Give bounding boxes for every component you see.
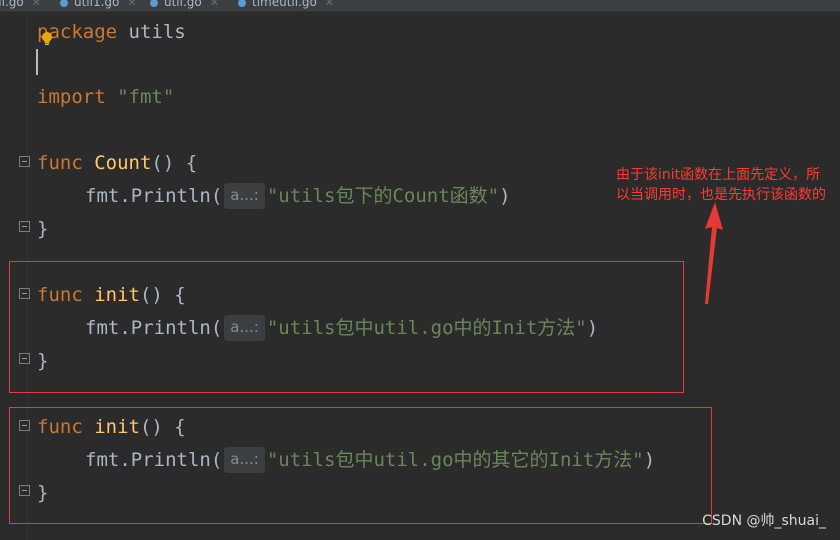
go-file-icon bbox=[150, 0, 158, 7]
tab-bar: util.go ✕ util1.go ✕ util.go ✕ timeutil.go ✕ bbox=[0, 0, 840, 12]
tab-timeutil-go[interactable]: timeutil.go ✕ bbox=[238, 0, 334, 11]
code-line-close-count: } bbox=[37, 215, 48, 243]
tab-util1-go[interactable]: util1.go ✕ bbox=[60, 0, 137, 11]
arrow-icon bbox=[705, 202, 723, 304]
go-file-icon bbox=[238, 0, 246, 7]
close-icon[interactable]: ✕ bbox=[325, 0, 334, 9]
annotation-text: 由于该init函数在上面先定义，所以当调用时，也是先执行该函数的 bbox=[616, 167, 826, 203]
code-line-import: import "fmt" bbox=[37, 83, 174, 111]
tab-label: util.go bbox=[0, 0, 24, 9]
keyword: func bbox=[37, 152, 83, 174]
tab-label: util1.go bbox=[74, 0, 120, 9]
parameter-hint: a...: bbox=[224, 183, 265, 209]
println-call: fmt.Println( bbox=[85, 185, 223, 207]
fold-icon[interactable] bbox=[19, 221, 30, 232]
tab-label: util.go bbox=[164, 0, 202, 9]
tab-label: timeutil.go bbox=[252, 0, 317, 9]
watermark: CSDN @帅_shuai_ bbox=[702, 513, 826, 529]
lightbulb-icon[interactable] bbox=[40, 31, 54, 47]
close-paren: ) bbox=[499, 185, 511, 207]
tab-util-go-1[interactable]: util.go ✕ bbox=[0, 0, 41, 11]
code-line-package: package utils bbox=[37, 18, 186, 46]
tab-util-go-active[interactable]: util.go ✕ bbox=[150, 0, 219, 11]
close-icon[interactable]: ✕ bbox=[210, 0, 219, 9]
highlight-box-init-1 bbox=[9, 261, 684, 393]
text-cursor bbox=[36, 49, 38, 75]
parens: () { bbox=[151, 152, 198, 174]
go-file-icon bbox=[60, 0, 68, 7]
close-icon[interactable]: ✕ bbox=[127, 0, 136, 9]
function-name: Count bbox=[94, 152, 152, 174]
close-brace: } bbox=[37, 218, 49, 240]
package-name: utils bbox=[128, 21, 186, 43]
fold-icon[interactable] bbox=[19, 156, 30, 167]
keyword: import bbox=[37, 86, 106, 108]
close-icon[interactable]: ✕ bbox=[32, 0, 41, 9]
import-path: "fmt" bbox=[117, 86, 175, 108]
highlight-box-init-2 bbox=[9, 407, 712, 524]
code-line-println-count: fmt.Println(a...: "utils包下的Count函数") bbox=[85, 182, 511, 210]
code-line-func-count: func Count() { bbox=[37, 149, 197, 177]
string-literal: "utils包下的Count函数" bbox=[266, 185, 500, 207]
